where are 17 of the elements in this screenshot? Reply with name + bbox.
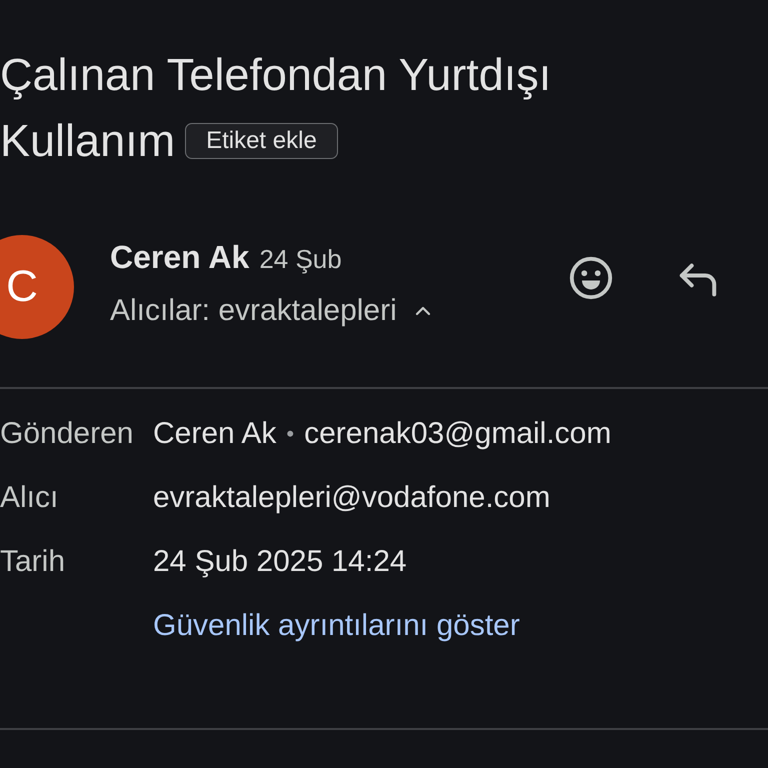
email-subject: Çalınan Telefondan Yurtdışı — [0, 48, 552, 102]
email-subject: Kullanım — [0, 114, 176, 168]
message-date: 24 Şub — [259, 243, 342, 276]
avatar[interactable]: C — [0, 235, 74, 339]
add-label-button[interactable]: Etiket ekle — [185, 123, 338, 159]
recipients-text[interactable]: Alıcılar: evraktalepleri — [110, 292, 397, 330]
detail-value: evraktalepleri@vodafone.com — [153, 481, 550, 515]
emoji-reaction-icon[interactable] — [568, 255, 614, 301]
sender-name: Ceren Ak — [110, 238, 250, 277]
sender-name: Ceren Ak — [153, 417, 276, 451]
detail-label: Tarih — [0, 545, 66, 579]
detail-value: 24 Şub 2025 14:24 — [153, 545, 407, 579]
security-details-link[interactable]: Güvenlik ayrıntılarını göster — [153, 609, 520, 643]
detail-label: Gönderen — [0, 417, 134, 451]
detail-value: cerenak03@gmail.com — [304, 417, 612, 451]
bullet-separator: • — [286, 421, 294, 447]
detail-label: Alıcı — [0, 481, 60, 515]
